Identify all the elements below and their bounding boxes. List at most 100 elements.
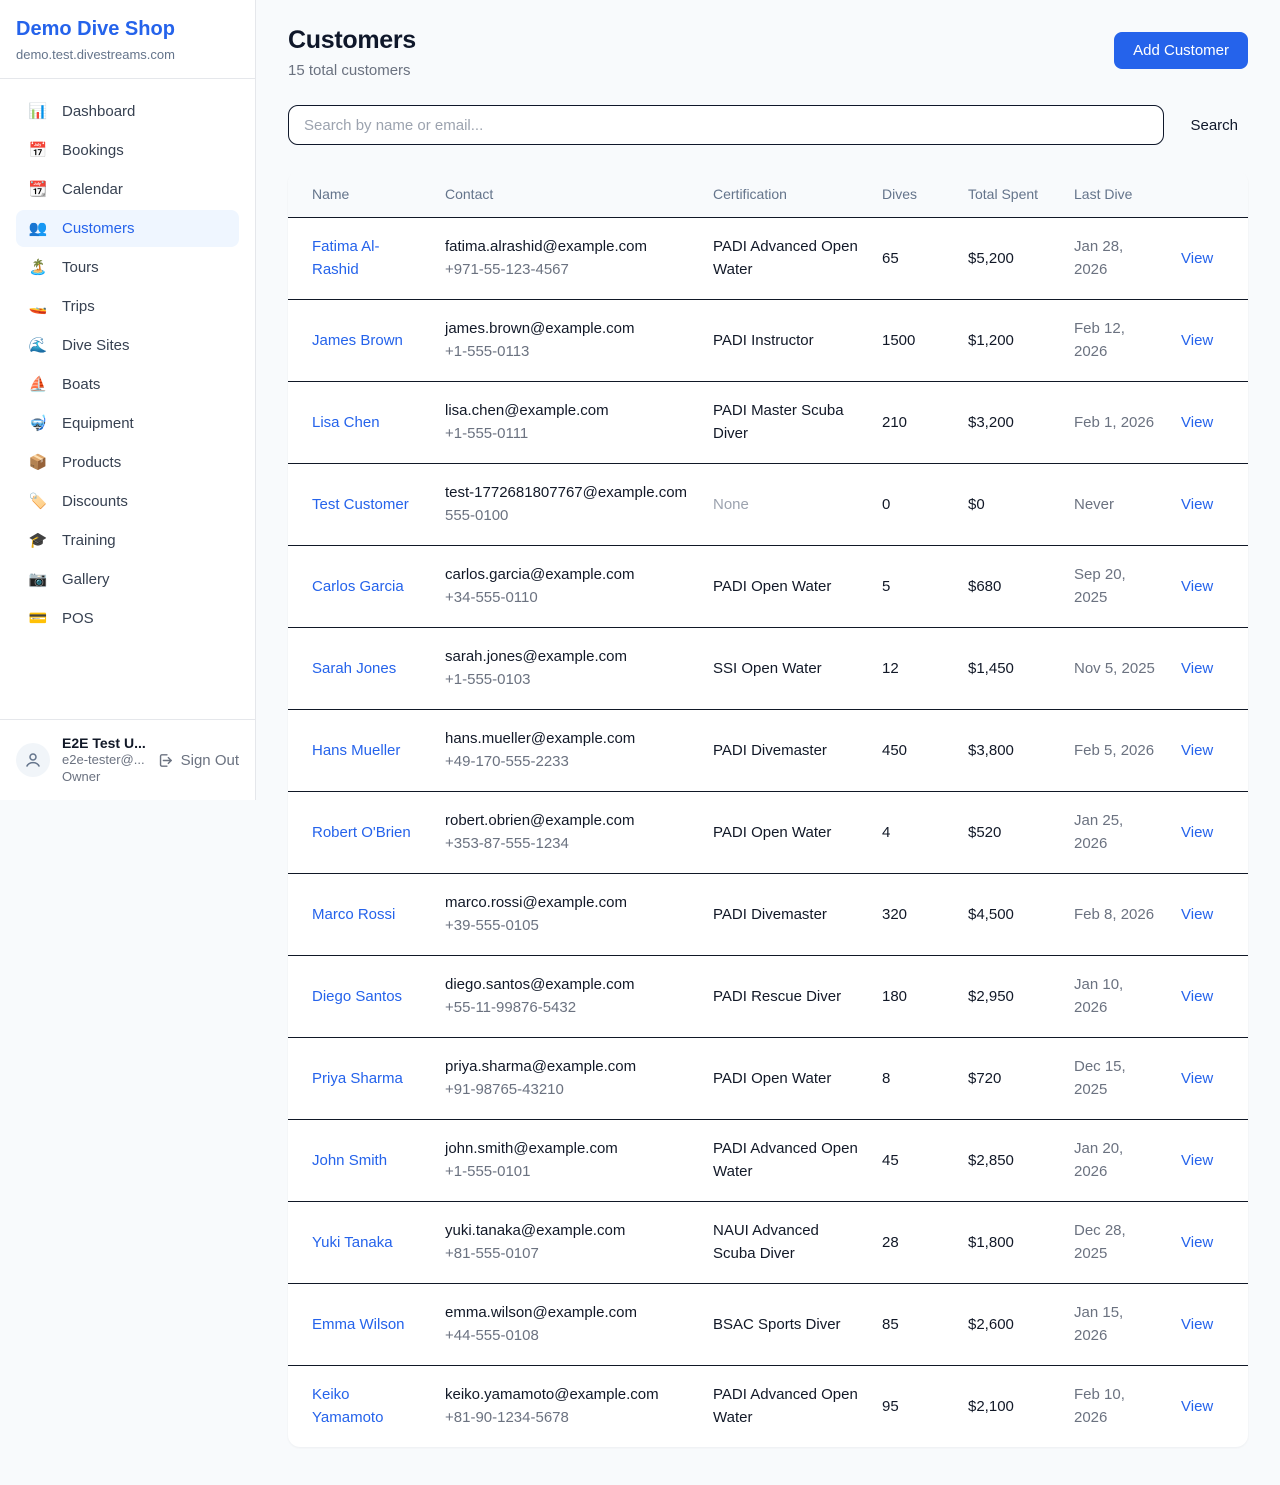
customer-phone: +49-170-555-2233 bbox=[445, 751, 689, 774]
column-header bbox=[1169, 171, 1248, 218]
customer-name-link[interactable]: Marco Rossi bbox=[312, 906, 395, 923]
table-row: John Smithjohn.smith@example.com+1-555-0… bbox=[288, 1120, 1248, 1202]
sidebar-item-training[interactable]: 🎓Training bbox=[16, 522, 239, 559]
boats-icon: ⛵ bbox=[28, 377, 48, 392]
customer-certification: PADI Advanced Open Water bbox=[701, 1120, 870, 1202]
sidebar-item-label: Calendar bbox=[62, 181, 123, 198]
view-customer-link[interactable]: View bbox=[1181, 988, 1213, 1005]
search-button[interactable]: Search bbox=[1180, 117, 1248, 134]
search-input[interactable] bbox=[288, 105, 1164, 145]
customer-dives: 0 bbox=[870, 464, 956, 546]
customer-name-link[interactable]: Lisa Chen bbox=[312, 414, 380, 431]
customer-total-spent: $4,500 bbox=[956, 874, 1062, 956]
sidebar-item-customers[interactable]: 👥Customers bbox=[16, 210, 239, 247]
sidebar-item-label: Products bbox=[62, 454, 121, 471]
customer-name-link[interactable]: Keiko Yamamoto bbox=[312, 1386, 383, 1426]
customer-name-link[interactable]: Yuki Tanaka bbox=[312, 1234, 393, 1251]
sidebar-item-products[interactable]: 📦 Products bbox=[16, 444, 239, 481]
sidebar-item-equipment[interactable]: 🤿Equipment bbox=[16, 405, 239, 442]
view-customer-link[interactable]: View bbox=[1181, 824, 1213, 841]
customer-last-dive: Jan 28, 2026 bbox=[1062, 218, 1169, 300]
customer-email: diego.santos@example.com bbox=[445, 974, 689, 997]
customer-dives: 85 bbox=[870, 1284, 956, 1366]
customer-certification: PADI Advanced Open Water bbox=[701, 1366, 870, 1448]
view-customer-link[interactable]: View bbox=[1181, 578, 1213, 595]
table-row: Test Customertest-1772681807767@example.… bbox=[288, 464, 1248, 546]
customer-name-link[interactable]: Emma Wilson bbox=[312, 1316, 405, 1333]
customer-name-link[interactable]: Robert O'Brien bbox=[312, 824, 411, 841]
view-customer-link[interactable]: View bbox=[1181, 660, 1213, 677]
customer-email: fatima.alrashid@example.com bbox=[445, 236, 689, 259]
customer-dives: 4 bbox=[870, 792, 956, 874]
table-row: Carlos Garciacarlos.garcia@example.com+3… bbox=[288, 546, 1248, 628]
search-row: Search bbox=[288, 105, 1248, 145]
view-customer-link[interactable]: View bbox=[1181, 1070, 1213, 1087]
column-header: Name bbox=[288, 171, 433, 218]
sidebar-item-pos[interactable]: 💳POS bbox=[16, 600, 239, 637]
table-header-row: NameContactCertificationDivesTotal Spent… bbox=[288, 171, 1248, 218]
view-customer-link[interactable]: View bbox=[1181, 332, 1213, 349]
sidebar-item-discounts[interactable]: 🏷️Discounts bbox=[16, 483, 239, 520]
customer-certification: None bbox=[701, 464, 870, 546]
view-customer-link[interactable]: View bbox=[1181, 1398, 1213, 1415]
customer-name-link[interactable]: Diego Santos bbox=[312, 988, 402, 1005]
customer-last-dive: Jan 20, 2026 bbox=[1062, 1120, 1169, 1202]
customer-name-link[interactable]: Priya Sharma bbox=[312, 1070, 403, 1087]
table-row: Hans Muellerhans.mueller@example.com+49-… bbox=[288, 710, 1248, 792]
customer-name-link[interactable]: Sarah Jones bbox=[312, 660, 396, 677]
customer-phone: +1-555-0101 bbox=[445, 1161, 689, 1184]
customer-dives: 210 bbox=[870, 382, 956, 464]
user-footer: E2E Test U... e2e-tester@... Owner Sign … bbox=[0, 719, 255, 800]
customer-phone: +91-98765-43210 bbox=[445, 1079, 689, 1102]
products-icon: 📦 bbox=[28, 455, 48, 470]
customer-name-link[interactable]: Carlos Garcia bbox=[312, 578, 404, 595]
sidebar-item-tours[interactable]: 🏝️Tours bbox=[16, 249, 239, 286]
sidebar-item-dashboard[interactable]: 📊Dashboard bbox=[16, 93, 239, 130]
customer-certification: PADI Open Water bbox=[701, 792, 870, 874]
sidebar-item-trips[interactable]: 🚤Trips bbox=[16, 288, 239, 325]
customer-dives: 8 bbox=[870, 1038, 956, 1120]
main-content: Customers 15 total customers Add Custome… bbox=[256, 0, 1280, 1479]
sidebar-item-calendar[interactable]: 📆 Calendar bbox=[16, 171, 239, 208]
sign-out-button[interactable]: Sign Out bbox=[157, 752, 239, 769]
view-customer-link[interactable]: View bbox=[1181, 742, 1213, 759]
sidebar-item-label: Dive Sites bbox=[62, 337, 130, 354]
page-subtitle: 15 total customers bbox=[288, 62, 416, 79]
view-customer-link[interactable]: View bbox=[1181, 1316, 1213, 1333]
customer-name-link[interactable]: Hans Mueller bbox=[312, 742, 400, 759]
customer-last-dive: Never bbox=[1062, 464, 1169, 546]
customer-last-dive: Jan 15, 2026 bbox=[1062, 1284, 1169, 1366]
calendar-icon: 📆 bbox=[28, 182, 48, 197]
customers-icon: 👥 bbox=[28, 221, 48, 236]
customer-name-link[interactable]: Fatima Al-Rashid bbox=[312, 238, 380, 278]
view-customer-link[interactable]: View bbox=[1181, 250, 1213, 267]
sidebar-item-label: POS bbox=[62, 610, 94, 627]
user-icon bbox=[24, 751, 42, 769]
customer-phone: +34-555-0110 bbox=[445, 587, 689, 610]
customer-certification: PADI Divemaster bbox=[701, 874, 870, 956]
user-info: E2E Test U... e2e-tester@... Owner bbox=[62, 734, 145, 786]
view-customer-link[interactable]: View bbox=[1181, 414, 1213, 431]
customer-total-spent: $2,100 bbox=[956, 1366, 1062, 1448]
view-customer-link[interactable]: View bbox=[1181, 1152, 1213, 1169]
customer-email: lisa.chen@example.com bbox=[445, 400, 689, 423]
sign-out-icon bbox=[157, 752, 174, 769]
user-email: e2e-tester@... bbox=[62, 752, 145, 769]
customer-name-link[interactable]: James Brown bbox=[312, 332, 403, 349]
table-row: Robert O'Brienrobert.obrien@example.com+… bbox=[288, 792, 1248, 874]
customer-name-link[interactable]: Test Customer bbox=[312, 496, 409, 513]
sidebar-item-boats[interactable]: ⛵Boats bbox=[16, 366, 239, 403]
sidebar-item-gallery[interactable]: 📷Gallery bbox=[16, 561, 239, 598]
sidebar-item-bookings[interactable]: 📅Bookings bbox=[16, 132, 239, 169]
customer-last-dive: Nov 5, 2025 bbox=[1062, 628, 1169, 710]
view-customer-link[interactable]: View bbox=[1181, 1234, 1213, 1251]
add-customer-button[interactable]: Add Customer bbox=[1114, 32, 1248, 69]
customer-phone: +1-555-0111 bbox=[445, 423, 689, 446]
table-row: Keiko Yamamotokeiko.yamamoto@example.com… bbox=[288, 1366, 1248, 1448]
customer-name-link[interactable]: John Smith bbox=[312, 1152, 387, 1169]
sidebar-item-dive-sites[interactable]: 🌊Dive Sites bbox=[16, 327, 239, 364]
view-customer-link[interactable]: View bbox=[1181, 496, 1213, 513]
table-row: Priya Sharmapriya.sharma@example.com+91-… bbox=[288, 1038, 1248, 1120]
customer-dives: 28 bbox=[870, 1202, 956, 1284]
view-customer-link[interactable]: View bbox=[1181, 906, 1213, 923]
